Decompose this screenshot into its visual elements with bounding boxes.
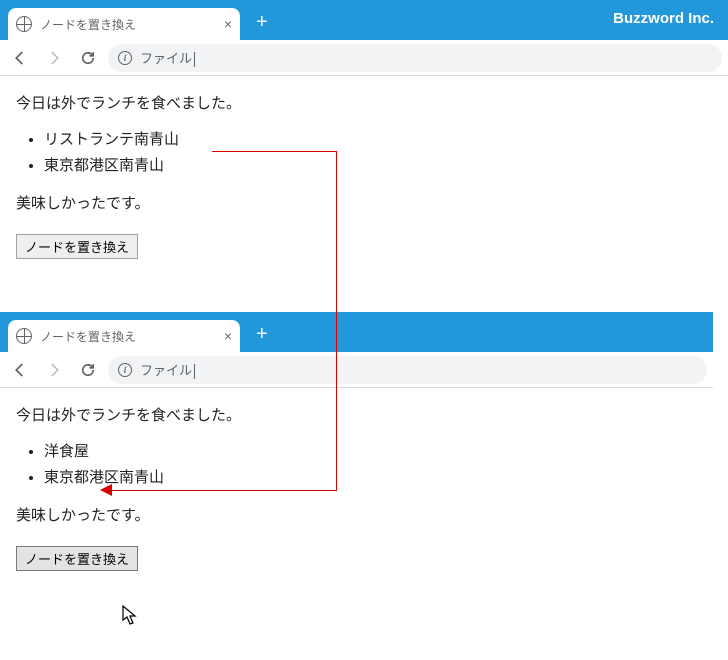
page-content: 今日は外でランチを食べました。 リストランテ南青山 東京都港区南青山 美味しかっ…	[0, 76, 728, 276]
reload-button[interactable]	[74, 44, 102, 72]
arrow-right-icon	[45, 361, 63, 379]
address-text: ファイル	[140, 360, 195, 379]
item-list: リストランテ南青山 東京都港区南青山	[44, 128, 712, 178]
title-bar: ノードを置き換え × +	[0, 312, 713, 352]
reload-icon	[79, 49, 97, 67]
address-text: ファイル	[140, 48, 195, 67]
toolbar: i ファイル	[0, 352, 713, 388]
new-tab-button[interactable]: +	[256, 323, 268, 346]
replace-node-button[interactable]: ノードを置き換え	[16, 234, 138, 259]
info-icon: i	[118, 363, 132, 377]
brand-label: Buzzword Inc.	[613, 10, 714, 27]
paragraph: 美味しかったです。	[16, 504, 697, 528]
browser-window-before: ノードを置き換え × + Buzzword Inc. i ファイル 今日は外でラ…	[0, 0, 728, 276]
item-list: 洋食屋 東京都港区南青山	[44, 440, 697, 490]
replace-node-button[interactable]: ノードを置き換え	[16, 546, 138, 571]
arrow-right-icon	[45, 49, 63, 67]
reload-button[interactable]	[74, 356, 102, 384]
list-item: 東京都港区南青山	[44, 466, 697, 490]
close-icon[interactable]: ×	[224, 328, 232, 344]
address-bar[interactable]: i ファイル	[108, 356, 707, 384]
list-item: 東京都港区南青山	[44, 154, 712, 178]
new-tab-button[interactable]: +	[256, 11, 268, 34]
info-icon: i	[118, 51, 132, 65]
address-bar[interactable]: i ファイル	[108, 44, 722, 72]
paragraph: 今日は外でランチを食べました。	[16, 92, 712, 116]
paragraph: 美味しかったです。	[16, 192, 712, 216]
arrow-left-icon	[11, 49, 29, 67]
arrow-left-icon	[11, 361, 29, 379]
globe-icon	[16, 16, 32, 32]
paragraph: 今日は外でランチを食べました。	[16, 404, 697, 428]
tab-title: ノードを置き換え	[40, 16, 216, 33]
globe-icon	[16, 328, 32, 344]
toolbar: i ファイル	[0, 40, 728, 76]
list-item: リストランテ南青山	[44, 128, 712, 152]
forward-button[interactable]	[40, 44, 68, 72]
mouse-cursor-icon	[122, 605, 140, 627]
browser-tab[interactable]: ノードを置き換え ×	[8, 8, 240, 40]
forward-button[interactable]	[40, 356, 68, 384]
tab-title: ノードを置き換え	[40, 328, 216, 345]
close-icon[interactable]: ×	[224, 16, 232, 32]
annotation-arrowhead	[100, 484, 112, 496]
title-bar: ノードを置き換え × + Buzzword Inc.	[0, 0, 728, 40]
reload-icon	[79, 361, 97, 379]
browser-tab[interactable]: ノードを置き換え ×	[8, 320, 240, 352]
list-item: 洋食屋	[44, 440, 697, 464]
browser-window-after: ノードを置き換え × + i ファイル 今日は外でランチを食べました。 洋食屋 …	[0, 312, 713, 588]
back-button[interactable]	[6, 356, 34, 384]
back-button[interactable]	[6, 44, 34, 72]
